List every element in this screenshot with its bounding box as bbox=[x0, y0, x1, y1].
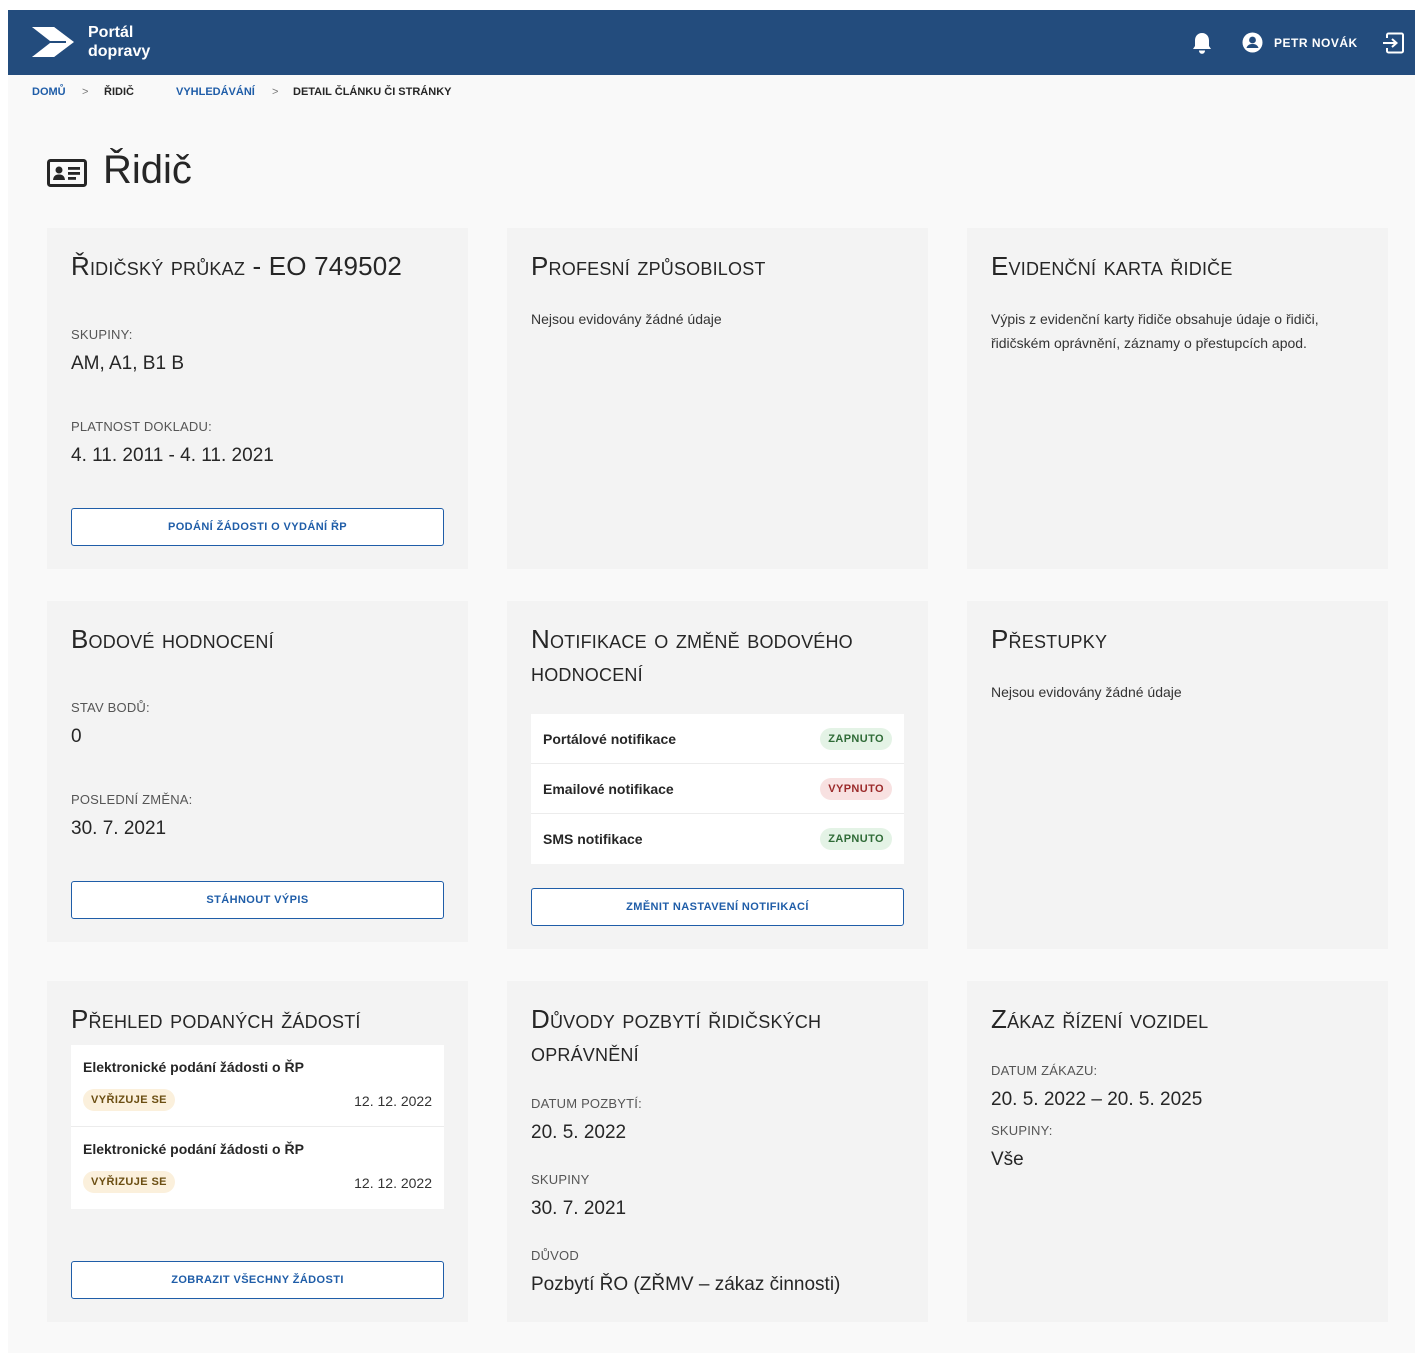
record-card-title: Evidenční karta řidiče bbox=[991, 251, 1233, 281]
offenses-card: Přestupky Nejsou evidovány žádné údaje bbox=[967, 601, 1388, 949]
breadcrumb-home[interactable]: DOMŮ bbox=[32, 86, 66, 98]
license-card: Řidičský průkaz - EO 749502 SKUPINY: AM,… bbox=[47, 228, 468, 569]
groups-value: AM, A1, B1 B bbox=[71, 353, 184, 374]
list-item[interactable]: Elektronické podání žádosti o ŘP VYŘIZUJ… bbox=[71, 1045, 444, 1127]
ban-groups-label: SKUPINY: bbox=[991, 1123, 1053, 1138]
brand-line-2: dopravy bbox=[88, 43, 151, 60]
user-avatar-icon bbox=[1242, 32, 1263, 53]
user-menu[interactable]: PETR NOVÁK bbox=[1242, 32, 1358, 53]
driving-ban-title: Zákaz řízení vozidel bbox=[991, 1004, 1209, 1034]
points-state-value: 0 bbox=[71, 726, 82, 747]
notification-row-email[interactable]: Emailové notifikace VYPNUTO bbox=[531, 764, 904, 814]
revocation-date-value: 20. 5. 2022 bbox=[531, 1122, 627, 1143]
status-badge: VYPNUTO bbox=[820, 777, 892, 800]
notifications-list: Portálové notifikace ZAPNUTO Emailové no… bbox=[531, 714, 904, 864]
offenses-text: Nejsou evidovány žádné údaje bbox=[991, 684, 1182, 700]
points-title: Bodové hodnocení bbox=[71, 624, 274, 654]
notification-label: SMS notifikace bbox=[543, 831, 643, 847]
app-frame: Portál dopravy PETR NOVÁK DOMŮ > ŘIDIČ V… bbox=[8, 10, 1415, 1353]
professional-title: Profesní způsobilost bbox=[531, 251, 766, 281]
requests-card: Přehled podaných žádostí Elektronické po… bbox=[47, 981, 468, 1322]
portal-logo-icon[interactable] bbox=[32, 25, 74, 59]
request-title: Elektronické podání žádosti o ŘP bbox=[83, 1059, 304, 1075]
change-notifications-button[interactable]: ZMĚNIT NASTAVENÍ NOTIFIKACÍ bbox=[531, 888, 904, 926]
bell-icon[interactable] bbox=[1191, 31, 1213, 55]
revocation-date-label: DATUM POZBYTÍ: bbox=[531, 1096, 642, 1111]
revocation-card: Důvody pozbytí řidičských oprávnění DATU… bbox=[507, 981, 928, 1322]
notification-row-portal[interactable]: Portálové notifikace ZAPNUTO bbox=[531, 714, 904, 764]
revocation-title: Důvody pozbytí řidičských oprávnění bbox=[531, 1004, 822, 1067]
points-state-label: STAV BODŮ: bbox=[71, 700, 150, 715]
revocation-reason-value: Pozbytí ŘO (ZŘMV – zákaz činnosti) bbox=[531, 1274, 841, 1295]
validity-label: PLATNOST DOKLADU: bbox=[71, 419, 212, 434]
notifications-card: Notifikace o změně bodového hodnocení Po… bbox=[507, 601, 928, 949]
groups-label: SKUPINY: bbox=[71, 327, 133, 342]
breadcrumb-driver: ŘIDIČ bbox=[104, 86, 134, 98]
ban-groups-value: Vše bbox=[991, 1149, 1024, 1170]
logout-icon[interactable] bbox=[1381, 31, 1405, 55]
points-card: Bodové hodnocení STAV BODŮ: 0 POSLEDNÍ Z… bbox=[47, 601, 468, 942]
chevron-right-icon: > bbox=[272, 86, 279, 98]
breadcrumb-current: DETAIL ČLÁNKU ČI STRÁNKY bbox=[293, 86, 452, 98]
last-change-label: POSLEDNÍ ZMĚNA: bbox=[71, 792, 193, 807]
revocation-reason-label: DŮVOD bbox=[531, 1248, 579, 1263]
top-bar: Portál dopravy PETR NOVÁK bbox=[8, 10, 1415, 75]
id-card-icon bbox=[47, 159, 87, 187]
record-card: Evidenční karta řidiče Výpis z evidenční… bbox=[967, 228, 1388, 569]
list-item[interactable]: Elektronické podání žádosti o ŘP VYŘIZUJ… bbox=[71, 1127, 444, 1209]
offenses-title: Přestupky bbox=[991, 624, 1108, 654]
driving-ban-card: Zákaz řízení vozidel DATUM ZÁKAZU: 20. 5… bbox=[967, 981, 1388, 1322]
page-title: Řidič bbox=[103, 148, 192, 192]
breadcrumb-search[interactable]: VYHLEDÁVÁNÍ bbox=[176, 86, 255, 98]
notifications-title: Notifikace o změně bodového hodnocení bbox=[531, 624, 853, 687]
validity-value: 4. 11. 2011 - 4. 11. 2021 bbox=[71, 445, 274, 466]
professional-text: Nejsou evidovány žádné údaje bbox=[531, 311, 722, 327]
download-statement-button[interactable]: STÁHNOUT VÝPIS bbox=[71, 881, 444, 919]
license-title: Řidičský průkaz - EO 749502 bbox=[71, 251, 403, 281]
user-name: PETR NOVÁK bbox=[1274, 35, 1358, 50]
show-all-requests-button[interactable]: ZOBRAZIT VŠECHNY ŽÁDOSTI bbox=[71, 1261, 444, 1299]
status-badge: VYŘIZUJE SE bbox=[83, 1171, 175, 1193]
notification-row-sms[interactable]: SMS notifikace ZAPNUTO bbox=[531, 814, 904, 864]
last-change-value: 30. 7. 2021 bbox=[71, 818, 167, 839]
ban-date-value: 20. 5. 2022 – 20. 5. 2025 bbox=[991, 1089, 1203, 1110]
notification-label: Emailové notifikace bbox=[543, 780, 674, 797]
ban-date-label: DATUM ZÁKAZU: bbox=[991, 1063, 1098, 1078]
requests-title: Přehled podaných žádostí bbox=[71, 1004, 361, 1034]
status-badge: VYŘIZUJE SE bbox=[83, 1089, 175, 1111]
request-date: 12. 12. 2022 bbox=[354, 1175, 432, 1191]
request-title: Elektronické podání žádosti o ŘP bbox=[83, 1141, 304, 1157]
status-badge: ZAPNUTO bbox=[820, 727, 892, 750]
notification-label: Portálové notifikace bbox=[543, 730, 677, 747]
professional-card: Profesní způsobilost Nejsou evidovány žá… bbox=[507, 228, 928, 569]
revocation-groups-label: SKUPINY bbox=[531, 1172, 590, 1187]
brand-line-1: Portál bbox=[88, 24, 134, 41]
status-badge: ZAPNUTO bbox=[820, 828, 892, 850]
revocation-groups-value: 30. 7. 2021 bbox=[531, 1198, 627, 1219]
license-request-button[interactable]: PODÁNÍ ŽÁDOSTI O VYDÁNÍ ŘP bbox=[71, 508, 444, 546]
record-card-text: Výpis z evidenční karty řidiče obsahuje … bbox=[991, 311, 1319, 351]
requests-list: Elektronické podání žádosti o ŘP VYŘIZUJ… bbox=[71, 1045, 444, 1209]
chevron-right-icon: > bbox=[82, 86, 89, 98]
brand-name[interactable]: Portál dopravy bbox=[88, 23, 150, 61]
request-date: 12. 12. 2022 bbox=[354, 1093, 432, 1109]
